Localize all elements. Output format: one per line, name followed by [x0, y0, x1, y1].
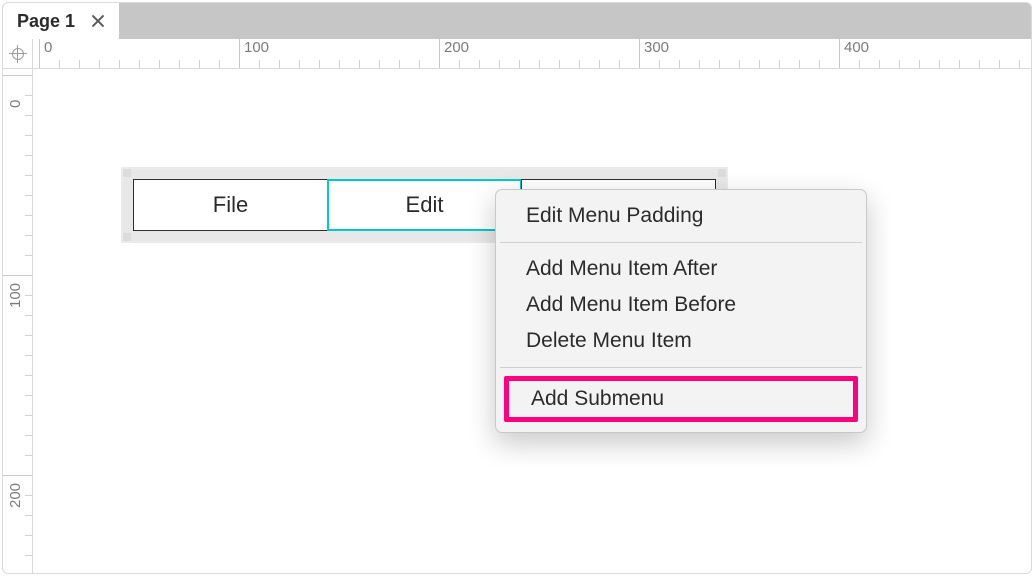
ctx-item-add-submenu[interactable]: Add Submenu [504, 376, 858, 422]
ctx-item-add-menu-item-before[interactable]: Add Menu Item Before [496, 287, 866, 323]
ruler-tick: 100 [3, 275, 33, 276]
ruler-tick: 200 [439, 39, 469, 69]
separator [500, 242, 862, 243]
resize-handle[interactable] [123, 233, 131, 241]
ctx-item-delete-menu-item[interactable]: Delete Menu Item [496, 323, 866, 359]
ruler-vertical[interactable]: 0 100 200 [3, 69, 33, 573]
design-canvas[interactable]: FileEdit Edit Menu Padding Add Menu Item … [33, 69, 1031, 573]
close-icon[interactable] [91, 14, 105, 28]
app-frame: Page 1 0 100 200 300 400 0 100 200 FileEdit Ed… [2, 2, 1032, 574]
page-tab[interactable]: Page 1 [3, 3, 119, 39]
ruler-tick: 300 [639, 39, 669, 69]
resize-handle[interactable] [718, 169, 726, 177]
ruler-tick: 100 [239, 39, 269, 69]
page-tab-label: Page 1 [17, 11, 75, 32]
ruler-tick: 400 [839, 39, 869, 69]
context-menu: Edit Menu PaddingAdd Menu Item AfterAdd … [495, 189, 867, 433]
resize-handle[interactable] [123, 169, 131, 177]
crosshair-icon [9, 45, 27, 63]
ctx-item-add-menu-item-after[interactable]: Add Menu Item After [496, 251, 866, 287]
tab-bar: Page 1 [3, 3, 1031, 39]
ruler-tick: 200 [3, 475, 33, 476]
menu-cell-file[interactable]: File [133, 179, 328, 231]
menu-cell-edit[interactable]: Edit [327, 179, 522, 231]
ruler-horizontal[interactable]: 0 100 200 300 400 [33, 39, 1031, 69]
ctx-item-edit-menu-padding[interactable]: Edit Menu Padding [496, 198, 866, 234]
ruler-origin-button[interactable] [3, 39, 33, 69]
separator [500, 367, 862, 368]
ruler-tick: 0 [39, 39, 52, 69]
ruler-tick: 0 [3, 75, 33, 76]
